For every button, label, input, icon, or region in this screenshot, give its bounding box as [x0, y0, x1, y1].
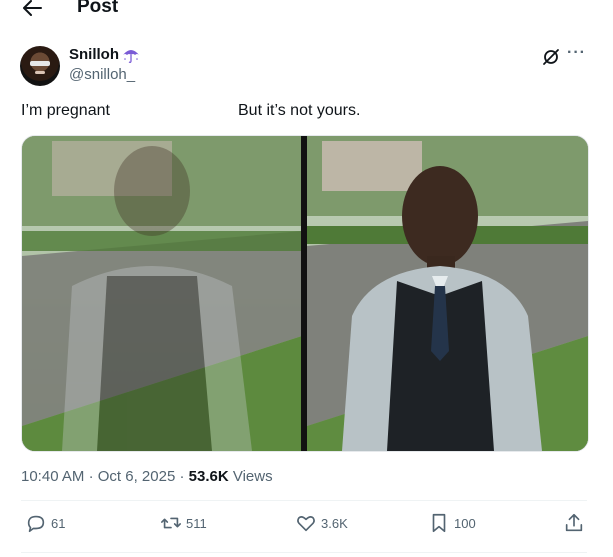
- reply-button[interactable]: 61: [25, 512, 65, 534]
- page-title: Post: [77, 0, 119, 17]
- action-bar: 61 511 3.6K 100: [0, 512, 613, 542]
- reply-icon: [27, 515, 45, 533]
- reply-count: 61: [51, 515, 66, 531]
- views-label: Views: [232, 468, 273, 485]
- like-count: 3.6K: [321, 515, 348, 531]
- repost-count: 511: [186, 515, 207, 531]
- author-handle[interactable]: @snilloh_: [69, 66, 135, 83]
- author-name-row: Snilloh: [69, 46, 140, 63]
- avatar-mouth: [35, 71, 45, 74]
- like-button[interactable]: 3.6K: [295, 512, 348, 534]
- avatar[interactable]: [20, 46, 60, 86]
- bookmark-icon: [432, 513, 446, 533]
- post-text-right: But it’s not yours.: [238, 102, 361, 119]
- repost-button[interactable]: 511: [160, 512, 207, 534]
- repost-icon: [161, 517, 181, 529]
- grok-icon[interactable]: [541, 47, 561, 67]
- meta-separator: ·: [88, 468, 94, 485]
- divider: [21, 500, 587, 501]
- author-name[interactable]: Snilloh: [69, 46, 119, 63]
- post-time[interactable]: 10:40 AM: [21, 468, 84, 485]
- post-text-left: I’m pregnant: [21, 102, 110, 119]
- share-icon: [565, 513, 583, 532]
- post-image[interactable]: [21, 135, 589, 452]
- meme-image: [22, 136, 588, 451]
- post-date[interactable]: Oct 6, 2025: [98, 468, 176, 485]
- divider: [21, 552, 587, 553]
- share-button[interactable]: [563, 512, 585, 534]
- umbrella-icon: [123, 49, 139, 63]
- bookmark-count: 100: [454, 515, 476, 531]
- avatar-glasses: [30, 61, 50, 66]
- views-count: 53.6K: [188, 468, 229, 485]
- post-meta: 10:40 AM · Oct 6, 2025 · 53.6K Views: [21, 468, 273, 485]
- meta-separator: ·: [179, 468, 185, 485]
- top-bar: Post: [0, 0, 613, 22]
- back-arrow-icon[interactable]: [20, 0, 44, 19]
- bookmark-button[interactable]: 100: [428, 512, 476, 534]
- like-icon: [297, 516, 315, 532]
- more-icon[interactable]: ···: [567, 44, 586, 62]
